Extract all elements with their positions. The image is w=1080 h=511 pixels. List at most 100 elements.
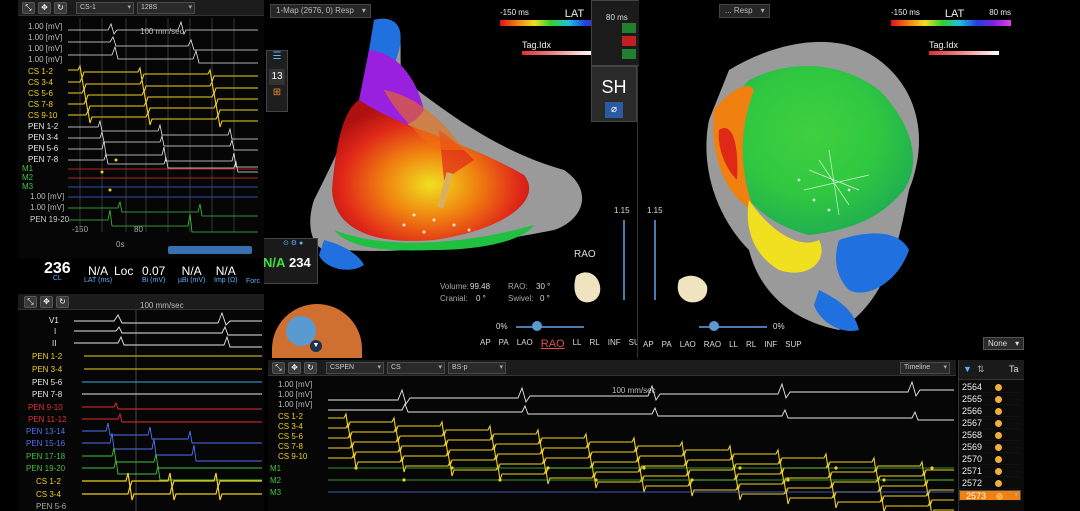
swivel-label: Swivel: [508,294,534,303]
point-row-1[interactable]: 2565 [959,394,1021,405]
ecg-left-traces [74,310,262,511]
point-row-8[interactable]: 2572 [959,478,1021,489]
swivel-value: 0 ° [540,294,550,303]
point-dot [995,408,1002,415]
na-number: 234 [289,255,311,270]
bi-label: Bi (mV) [142,277,166,284]
point-row-3[interactable]: 2567 [959,418,1021,429]
point-dot [995,480,1002,487]
map-view-right[interactable]: ... Resp -150 msLAT80 ms Tag.Idx 1.15 0%… [639,0,1030,358]
compass-down-icon[interactable]: ▼ [310,340,322,352]
point-id: 2565 [962,394,983,404]
orient-lao[interactable]: LAO [517,338,533,350]
map-view-left[interactable]: 1-Map (2676, 0) Resp -150 msLAT Tag.Idx … [264,0,638,358]
point-row-7[interactable]: 2571 [959,466,1021,477]
sh-button-panel[interactable]: SH ⌀ [591,66,637,122]
force-label: Forc [246,278,260,285]
orient-rl[interactable]: RL [746,340,756,349]
point-row-0[interactable]: 2564 [959,382,1021,393]
point-dot [995,396,1002,403]
stat-force: Forc [246,277,260,287]
point-row-6[interactable]: 2570 [959,454,1021,465]
cranial-value: 0 ° [476,294,486,303]
orient-ll[interactable]: LL [729,340,738,349]
stat-bi: 0.07 Bi (mV) [142,265,166,286]
stat-ubi: N/A µBi (mV) [178,264,206,286]
point-row-4[interactable]: 2568 [959,430,1021,441]
volume-value: 99.48 [470,282,491,291]
horizontal-slider-left[interactable] [516,326,584,328]
orient-ap[interactable]: AP [643,340,654,349]
orient-sup[interactable]: SUP [629,338,637,350]
lat-value: N/A [88,264,109,278]
slider-top-left: 1.15 [614,206,630,215]
imp-value: N/A [215,264,236,278]
point-list-col-header: Ta [1009,364,1019,374]
orient-lao[interactable]: LAO [680,340,696,349]
orient-inf[interactable]: INF [764,340,777,349]
imp-label: Imp (Ω) [214,277,238,284]
cranial-label: Cranial: [440,294,468,303]
percent-right: 0% [773,322,785,331]
point-dot [996,493,1003,500]
vertical-slider-left[interactable] [623,220,625,300]
point-dot [995,468,1002,475]
sh-label: SH [601,77,627,97]
point-id: 2571 [962,466,983,476]
na-value: N/A [264,255,286,270]
vertical-slider-right[interactable] [654,220,656,300]
filter-icon[interactable]: ▼ [963,364,972,374]
point-id: 2570 [962,454,983,464]
orient-bar-right: AP PA LAO RAO LL RL INF SUP [643,340,802,349]
slider-knob-right[interactable] [709,321,719,331]
stat-imp: N/A Imp (Ω) [214,264,238,286]
volume-label: Volume: [440,282,469,291]
point-id: 2567 [962,418,983,428]
orient-ap[interactable]: AP [480,338,491,350]
mini-heart-left-icon [574,272,601,303]
point-dot [995,420,1002,427]
point-dot [995,456,1002,463]
na-widget: ⊙ ⚙ ● N/A 234 [264,238,318,284]
ubi-value: N/A [181,264,202,278]
orient-rl[interactable]: RL [590,338,600,350]
ecg-bottom-traces [328,380,954,511]
na-toolbar-icons: ⊙ ⚙ ● [283,240,304,247]
mini-heart-right-icon [677,275,708,303]
map-right-dropdown[interactable]: None [983,337,1025,350]
orient-bar-left: AP PA LAO RAO LL RL INF SUP [480,338,637,350]
ecg-left-panel: ⤡ ✥ ↻ 100 mm/sec V1 I II PEN 1-2 PEN 3-4… [18,294,264,511]
orient-inf[interactable]: INF [608,338,621,350]
stat-cl: 236 CL [44,261,71,284]
point-id: 2564 [962,382,983,392]
slider-knob-left[interactable] [532,321,542,331]
ecg-top-traces [68,18,258,233]
point-row-2[interactable]: 2566 [959,406,1021,417]
stat-lat: N/A LAT (ms) [84,264,112,286]
view-label: RAO [574,249,596,260]
point-id: 2566 [962,406,983,416]
point-dot [995,384,1002,391]
rao-value: 30 ° [536,282,551,291]
orient-rao-active[interactable]: RAO [541,338,565,350]
point-list-header: ▼ ⇅ Ta [959,360,1024,380]
ecg-top-panel: ⤡ ✥ ↻ CS-1 128S 100 mm/sec 1.00 [mV] 1.0… [18,0,264,258]
orient-pa[interactable]: PA [662,340,672,349]
point-dot [995,432,1002,439]
point-id: 2569 [962,442,983,452]
sh-toggle-icon[interactable]: ⌀ [605,102,623,118]
orient-ll[interactable]: LL [573,338,582,350]
stat-loc: Loc [114,265,133,277]
orient-rao[interactable]: RAO [704,340,721,349]
sort-icon[interactable]: ⇅ [977,364,985,375]
orient-pa[interactable]: PA [499,338,509,350]
point-row-5[interactable]: 2569 [959,442,1021,453]
ubi-label: µBi (mV) [178,277,206,284]
sh-ms-text: 80 ms [606,13,628,22]
point-id: 2572 [962,478,983,488]
point-id: 2573 [966,491,987,501]
percent-left: 0% [496,322,508,331]
point-row-selected[interactable]: 2573 [959,490,1021,501]
slider-top-right: 1.15 [647,206,663,215]
orient-sup[interactable]: SUP [785,340,801,349]
